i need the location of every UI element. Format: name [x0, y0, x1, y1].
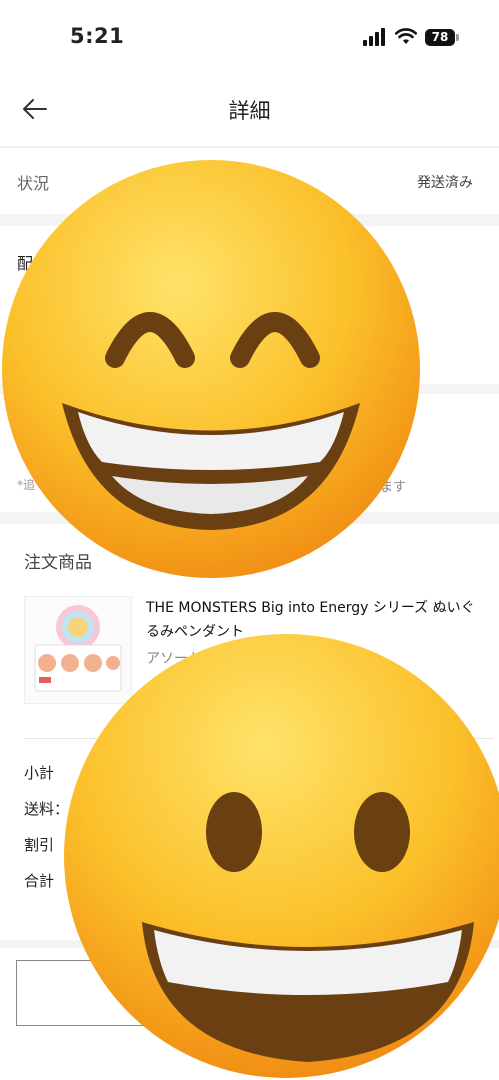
status-value: 発送済み [417, 175, 473, 191]
discount-label: 割引 [24, 836, 55, 854]
status-bar: 5:21 78 [0, 0, 499, 76]
navigation-bar: 詳細 [0, 76, 499, 142]
battery-level: 78 [431, 30, 449, 44]
subtotal-label: 小計 [24, 764, 55, 782]
page-title: 詳細 [228, 99, 271, 123]
status-time: 5:21 [70, 24, 125, 48]
grinning-squinting-face-emoji [2, 160, 420, 578]
wifi-icon [395, 28, 417, 44]
grinning-face-emoji [64, 634, 499, 1078]
battery-icon: 78 [425, 28, 459, 46]
status-icons: 78 [363, 26, 459, 48]
signal-icon [363, 28, 385, 46]
total-label: 合計 [24, 872, 55, 890]
